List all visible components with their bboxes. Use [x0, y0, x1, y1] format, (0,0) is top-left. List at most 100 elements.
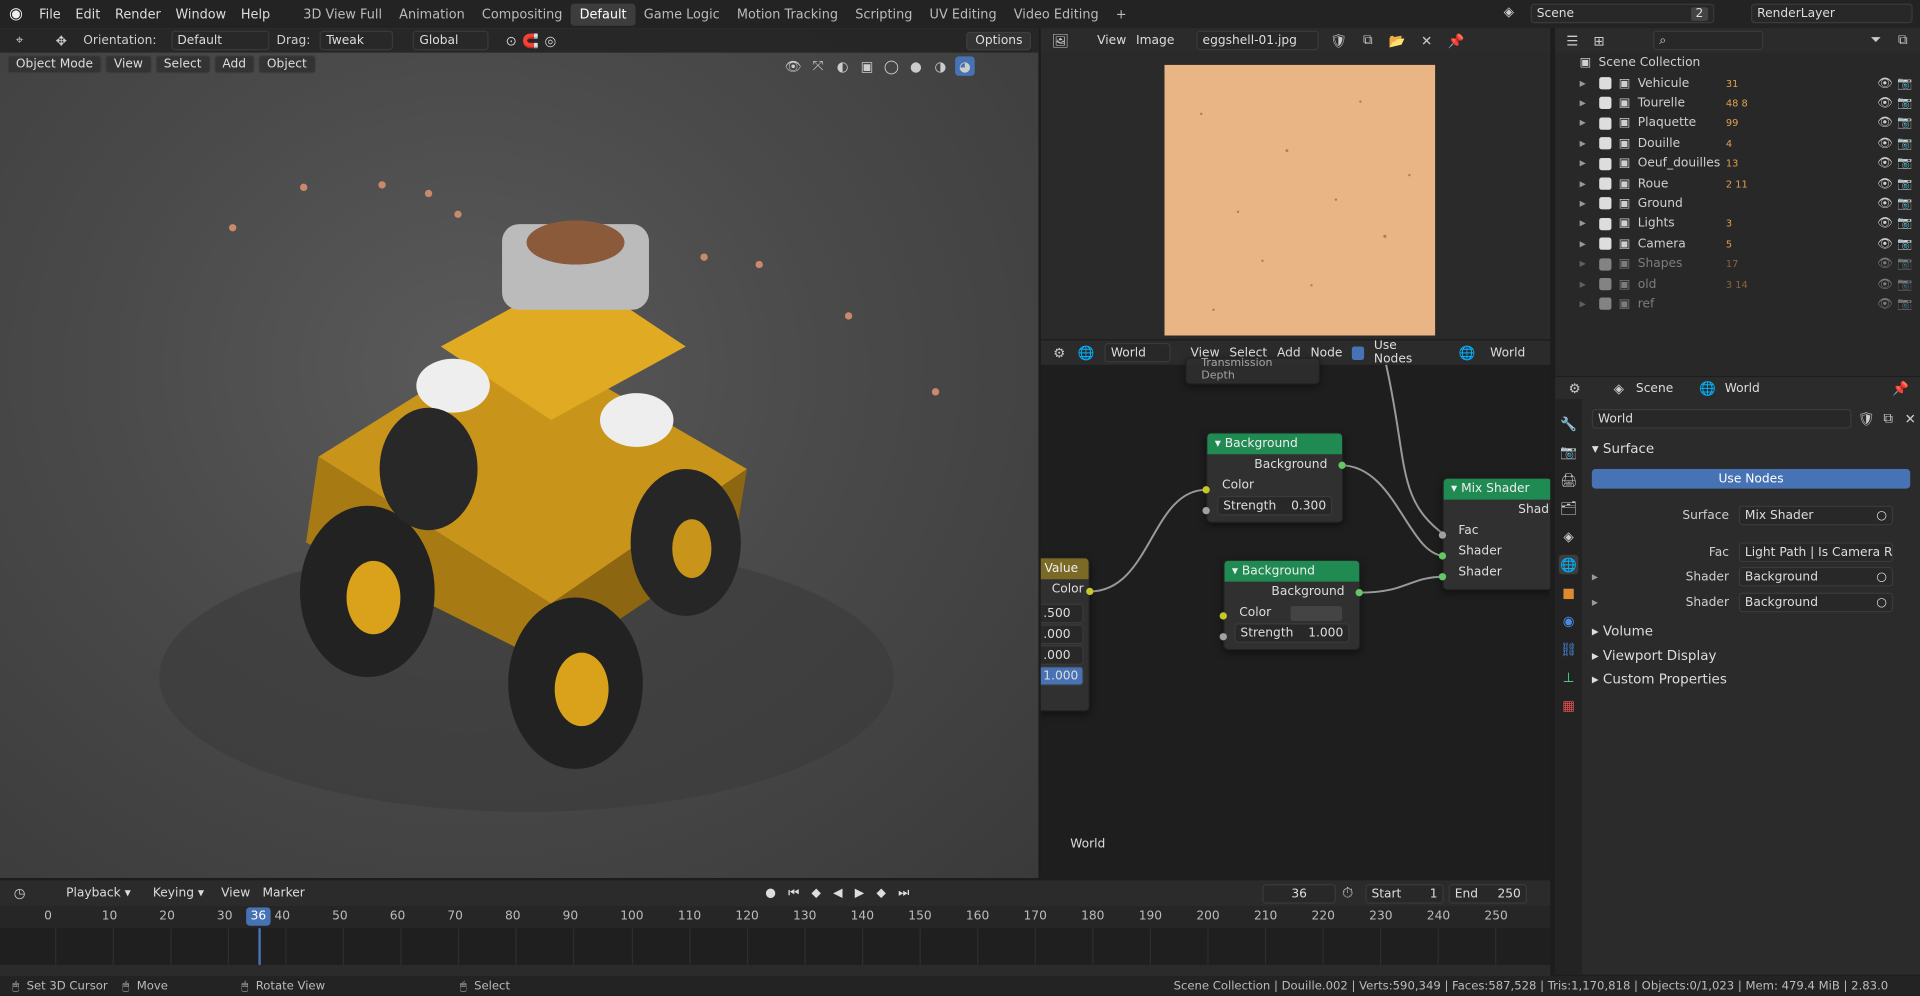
render-camera-icon[interactable]: 📷 — [1897, 217, 1912, 230]
expand-arrow-icon[interactable]: ▸ — [1580, 157, 1595, 170]
transform-orientation-dropdown[interactable]: Global — [413, 30, 490, 51]
outliner-row[interactable]: ▸ ▣ Ground 👁 📷 — [1580, 194, 1920, 214]
context-scene[interactable]: Scene — [1636, 381, 1673, 394]
color-swatch[interactable] — [1290, 605, 1343, 621]
editor-type-icon[interactable]: ⌖ — [10, 31, 30, 51]
properties-type-icon[interactable]: ⚙ — [1565, 378, 1585, 398]
proportional-icon[interactable]: ◎ — [541, 31, 561, 51]
property-value-field[interactable]: Background ○ — [1738, 592, 1894, 613]
timeline-menu-marker[interactable]: Marker — [262, 886, 304, 899]
value-field[interactable]: .000 — [1040, 624, 1084, 645]
solid-shading-icon[interactable]: ● — [906, 56, 926, 76]
visibility-eye-icon[interactable]: 👁 — [1877, 257, 1893, 270]
world-tab-icon[interactable]: 🌐 — [1558, 554, 1579, 575]
outliner-row[interactable]: ▸ ▣ ref 👁 📷 — [1580, 294, 1920, 314]
visibility-eye-icon[interactable]: 👁 — [1877, 137, 1893, 150]
workspace-tab[interactable]: 3D View Full — [295, 3, 391, 25]
expand-arrow-icon[interactable]: ▸ — [1592, 596, 1607, 609]
outliner-row[interactable]: ▸ ▣ Tourelle 48 8 👁 📷 — [1580, 94, 1920, 114]
output-tab-icon[interactable]: 🖨 — [1559, 470, 1579, 490]
visibility-eye-icon[interactable]: 👁 — [1877, 117, 1893, 130]
expand-arrow-icon[interactable]: ▸ — [1580, 297, 1595, 310]
image-menu-view[interactable]: View — [1097, 34, 1126, 47]
visibility-eye-icon[interactable]: 👁 — [1877, 297, 1893, 310]
prev-keyframe-icon[interactable]: ◆ — [811, 886, 820, 899]
new-collection-icon[interactable]: ⧉ — [1893, 31, 1913, 51]
viewport-menu-select[interactable]: Select — [155, 55, 211, 74]
socket[interactable] — [1338, 461, 1346, 469]
timeline-menu-view[interactable]: View — [221, 886, 250, 899]
material-shading-icon[interactable]: ◑ — [931, 56, 951, 76]
scene-selector[interactable]: Scene 2 — [1530, 3, 1715, 24]
render-camera-icon[interactable]: 📷 — [1897, 197, 1912, 210]
menu-window[interactable]: Window — [168, 7, 233, 22]
value-field[interactable]: 1.000 — [1040, 666, 1084, 686]
playhead-marker[interactable]: 36 — [246, 907, 271, 926]
visibility-eye-icon[interactable]: 👁 — [1877, 197, 1893, 210]
socket[interactable] — [1438, 573, 1447, 581]
expand-arrow-icon[interactable]: ▸ — [1580, 277, 1595, 290]
expand-arrow-icon[interactable]: ▸ — [1580, 237, 1595, 250]
viewport-display-panel-header[interactable]: ▸ Viewport Display — [1592, 648, 1717, 664]
use-nodes-button[interactable]: Use Nodes — [1591, 468, 1911, 489]
expand-arrow-icon[interactable]: ▸ — [1580, 117, 1595, 130]
property-value-field[interactable]: Mix Shader ○ — [1738, 505, 1894, 526]
expand-arrow-icon[interactable]: ▸ — [1592, 570, 1607, 583]
object-mode-dropdown[interactable]: Object Mode — [7, 55, 102, 74]
outliner-row[interactable]: ▸ ▣ Lights 3 👁 📷 — [1580, 214, 1920, 234]
viewport-menu-view[interactable]: View — [105, 55, 152, 74]
outliner-search-input[interactable]: ⌕ — [1653, 30, 1764, 51]
exclude-checkbox[interactable] — [1599, 217, 1612, 230]
pivot-icon[interactable]: ⊙ — [501, 31, 521, 51]
exclude-checkbox[interactable] — [1599, 298, 1612, 311]
visibility-eye-icon[interactable]: 👁 — [1877, 217, 1893, 230]
image-editor-type-icon[interactable]: 🖼 — [1051, 31, 1071, 51]
filter-icon[interactable]: ⏷ — [1866, 31, 1886, 51]
blender-logo-icon[interactable]: ◉ — [0, 5, 32, 23]
pin-icon[interactable]: 📌 — [1891, 378, 1911, 398]
display-mode-icon[interactable]: ⊞ — [1589, 31, 1609, 51]
socket[interactable] — [1438, 552, 1447, 560]
jump-start-icon[interactable]: ⏮ — [788, 886, 799, 899]
render-camera-icon[interactable]: 📷 — [1897, 277, 1912, 290]
visibility-eye-icon[interactable]: 👁 — [1877, 157, 1893, 170]
fake-user-icon[interactable]: 🛡 — [1329, 31, 1349, 51]
pin-icon[interactable]: 📌 — [1446, 31, 1466, 51]
render-camera-icon[interactable]: 📷 — [1897, 97, 1912, 110]
menu-render[interactable]: Render — [108, 7, 168, 22]
value-field[interactable]: .000 — [1040, 645, 1084, 665]
snap-icon[interactable]: 🧲 — [521, 31, 541, 51]
surface-panel-header[interactable]: ▾ Surface — [1592, 441, 1654, 457]
unlink-icon[interactable]: ✕ — [1900, 409, 1920, 429]
volume-panel-header[interactable]: ▸ Volume — [1592, 623, 1653, 639]
keying-dropdown[interactable]: Keying ▾ — [148, 883, 209, 903]
close-image-icon[interactable]: ✕ — [1417, 31, 1437, 51]
property-value-field[interactable]: Light Path | Is Camera R...○ — [1738, 542, 1894, 563]
strength-field[interactable]: Strength 1.000 — [1234, 623, 1350, 643]
options-button[interactable]: Options — [966, 31, 1032, 50]
workspace-tab[interactable]: Compositing — [473, 3, 571, 25]
socket[interactable] — [1219, 612, 1227, 620]
fake-user-icon[interactable]: 🛡 — [1856, 409, 1876, 429]
timeline-type-icon[interactable]: ◷ — [10, 883, 30, 903]
play-icon[interactable]: ▶ — [855, 886, 864, 899]
constraints-tab-icon[interactable]: ⛓ — [1559, 639, 1579, 659]
socket[interactable] — [1219, 633, 1227, 641]
outliner-row[interactable]: ▸ ▣ old 3 14 👁 📷 — [1580, 274, 1920, 294]
outliner-row[interactable]: ▸ ▣ Shapes 17 👁 📷 — [1580, 254, 1920, 274]
render-camera-icon[interactable]: 📷 — [1897, 297, 1912, 310]
rendered-shading-icon[interactable]: ◕ — [955, 56, 975, 76]
outliner-row[interactable]: ▸ ▣ Douille 4 👁 📷 — [1580, 134, 1920, 154]
menu-help[interactable]: Help — [234, 7, 278, 22]
expand-arrow-icon[interactable]: ▸ — [1580, 97, 1595, 110]
view-layer-tab-icon[interactable]: 🗂 — [1559, 498, 1579, 518]
record-button-icon[interactable]: ● — [765, 886, 776, 899]
orientation-dropdown[interactable]: Default — [171, 30, 270, 51]
scene-collection-row[interactable]: ▣ Scene Collection — [1580, 53, 1920, 73]
workspace-tab[interactable]: Game Logic — [635, 3, 728, 25]
context-world[interactable]: World — [1725, 381, 1760, 394]
expand-arrow-icon[interactable]: ▸ — [1580, 257, 1595, 270]
visibility-eye-icon[interactable]: 👁 — [1877, 177, 1893, 190]
exclude-checkbox[interactable] — [1599, 117, 1612, 130]
outliner-row[interactable]: ▸ ▣ Vehicule 31 👁 📷 — [1580, 73, 1920, 93]
